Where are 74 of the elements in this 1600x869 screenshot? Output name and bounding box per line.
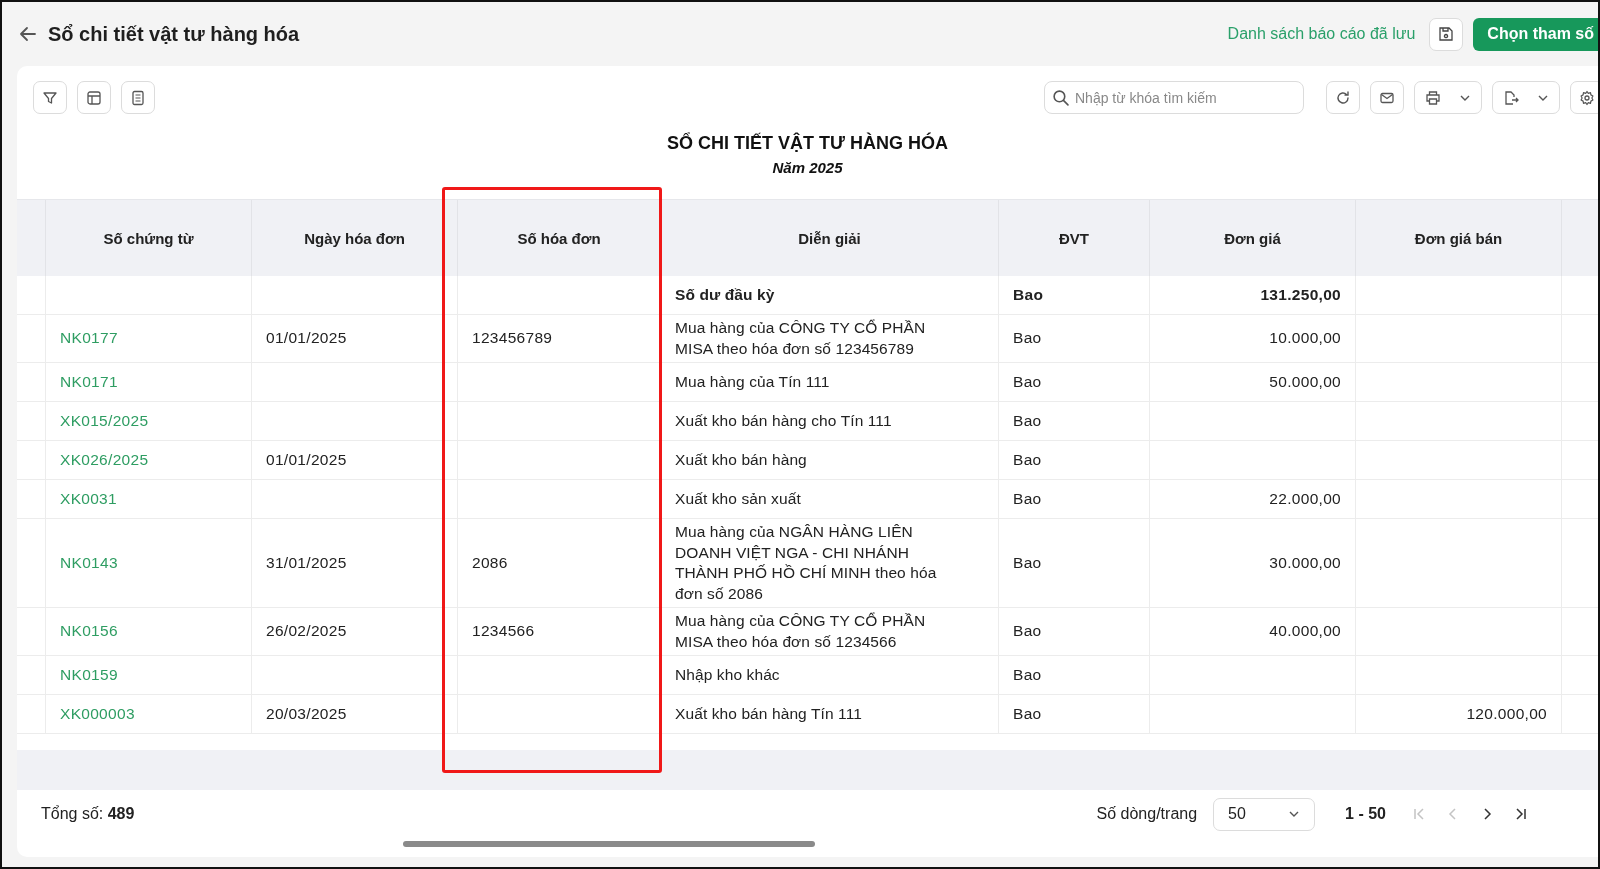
table-cell: 1234566 [472,621,535,642]
voucher-link[interactable]: XK0031 [60,488,117,510]
choose-parameters-button[interactable]: Chọn tham số [1473,17,1598,51]
table-cell-text: Xuất kho sản xuất [675,488,801,509]
table-cell-text: Mua hàng của CÔNG TY CỔ PHẦN MISA theo hóa đơn số 1234566 [675,611,927,652]
table-cell-text: Số dư đầu kỳ [675,284,775,305]
table-cell: Bao [1013,328,1042,349]
voucher-link[interactable]: NK0159 [60,664,118,686]
refresh-icon[interactable] [1326,81,1360,114]
voucher-link[interactable]: XK026/2025 [60,449,149,471]
table-cell-text: Bao [1013,703,1042,724]
table-cell-text: 22.000,00 [1269,488,1341,509]
printer-icon [1425,89,1441,106]
table-cell-text: Mua hàng của CÔNG TY CỔ PHẦN MISA theo hóa đơn số 123456789 [675,318,927,359]
voucher-link[interactable]: NK0171 [60,371,118,393]
table-cell-text: Bao [1013,410,1042,431]
table-cell-text: 20/03/2025 [266,703,347,724]
voucher-link[interactable]: XK000003 [60,703,135,725]
table-cell-text: Bao [1013,664,1042,685]
saved-reports-link[interactable]: Danh sách báo cáo đã lưu [1227,25,1416,43]
table-cell-text: 2086 [472,552,508,573]
table-cell-text: Mua hàng của NGÂN HÀNG LIÊN DOANH VIỆT NGA - CHI NHÁNH THÀNH PHỐ HỒ CHÍ MINH theo hóa đơn số 2086 [675,522,938,604]
filter-icon[interactable] [33,81,67,114]
table-cell: 40.000,00 [1269,621,1341,642]
column-header: Ngày hóa đơn [251,200,457,276]
table-cell-text: Nhập kho khác [675,664,780,685]
column-header: Đơn giá [1149,200,1355,276]
back-arrow-icon[interactable] [18,24,38,44]
table-cell-text: Xuất kho bán hàng Tín 111 [675,703,862,724]
table-cell-text: Xuất kho bán hàng cho Tín 111 [675,410,892,431]
export-file-icon [1503,89,1519,106]
table-cell: 01/01/2025 [266,328,347,349]
voucher-link[interactable]: NK0156 [60,621,118,642]
report-subtitle: Năm 2025 [771,159,844,176]
column-header: ĐVT [998,200,1149,276]
page-title: Sổ chi tiết vật tư hàng hóa [48,22,300,46]
table-cell-text: Bao [1013,284,1044,305]
column-header: Diễn giải [660,200,998,276]
save-button[interactable] [1429,17,1464,51]
table-cell-text: Bao [1013,488,1042,509]
mail-icon[interactable] [1370,81,1404,114]
rows-per-page-label: Số dòng/trang [1096,805,1198,823]
table-cell-text: Bao [1013,449,1042,470]
report-title: SỔ CHI TIẾT VẬT TƯ HÀNG HÓA [666,133,949,154]
table-cell: 10.000,00 [1269,328,1341,349]
search-field[interactable]: Nhập từ khóa tìm kiếm [1044,81,1304,114]
voucher-link[interactable]: XK015/2025 [60,410,149,432]
page-range: 1 - 50 [1345,805,1386,823]
print-button[interactable] [1414,81,1482,114]
table-cell-text: Xuất kho bán hàng [675,449,807,470]
table-cell-text: Bao [1013,371,1042,392]
table-cell-text: 01/01/2025 [266,449,347,470]
table-cell-text: Mua hàng của Tín 111 [675,371,830,392]
table-cell-text: 120.000,00 [1466,703,1547,724]
table-cell-text: 50.000,00 [1269,371,1341,392]
voucher-link[interactable]: NK0143 [60,552,118,574]
last-page-icon[interactable] [1514,807,1528,821]
voucher-link[interactable]: NK0177 [60,328,118,349]
table-cell: 123456789 [472,328,553,349]
rows-per-page-select[interactable]: 50 [1213,797,1316,831]
column-header: Số hóa đơn [457,200,660,276]
settings-icon[interactable] [1570,81,1598,114]
document-icon[interactable] [121,81,155,114]
table-cell: Bao [1013,621,1042,642]
table-cell-text: Bao [1013,552,1042,573]
column-header: Đơn giá bán [1355,200,1561,276]
table-cell-text: 30.000,00 [1269,552,1341,573]
table-cell-text: 31/01/2025 [266,552,347,573]
export-button[interactable] [1492,81,1560,114]
table-cell: 26/02/2025 [266,621,347,642]
column-header: Số chứng từ [45,200,251,276]
table-cell-text: 131.250,00 [1260,284,1341,305]
total-count: Tổng số: 489 [41,805,135,823]
table-icon[interactable] [77,81,111,114]
